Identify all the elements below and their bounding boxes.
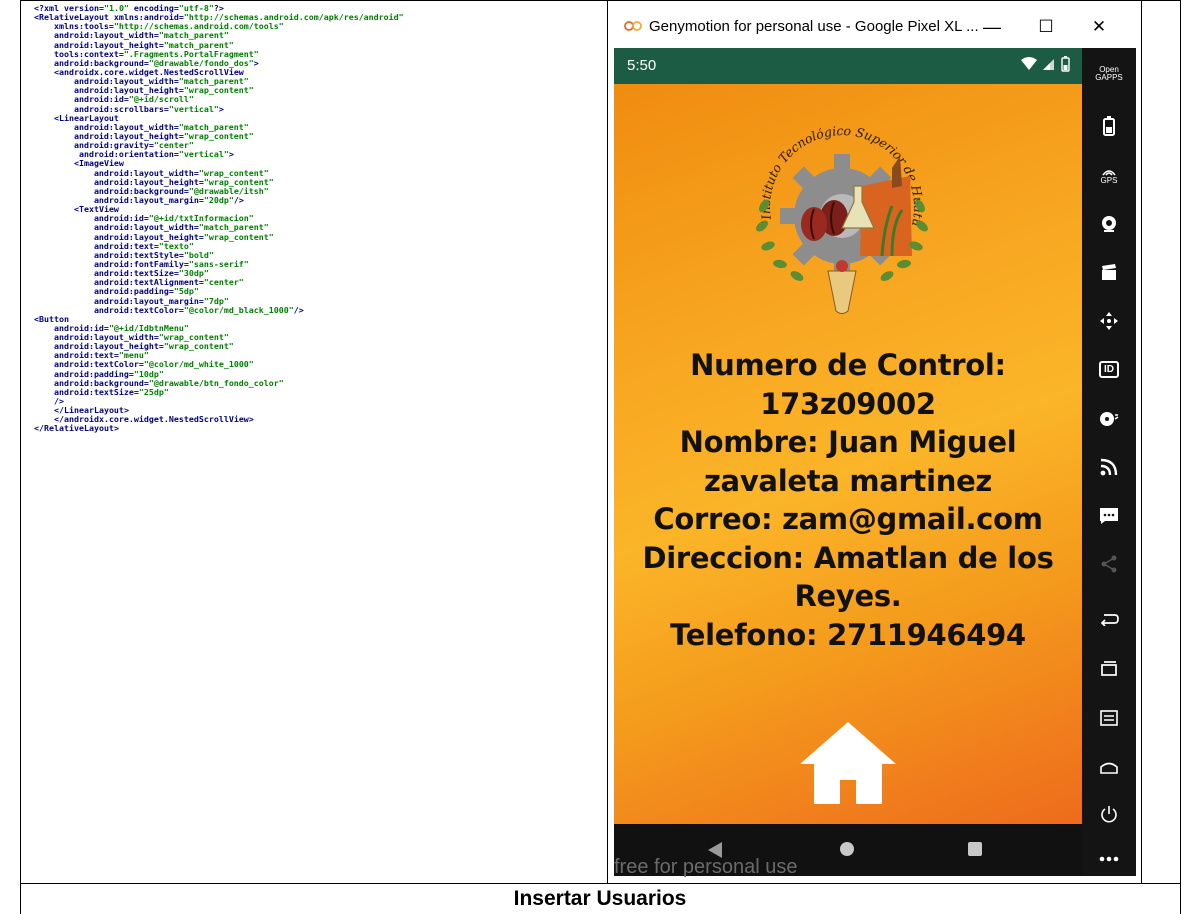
code-token: > [218, 103, 224, 114]
code-token: "@drawable/btn_fondo_color" [148, 377, 284, 388]
more-options-button[interactable] [1082, 843, 1136, 875]
code-token: "wrap_content" [203, 231, 274, 242]
code-token: > [113, 423, 119, 434]
info-line: Correo: zam@gmail.com [653, 502, 1043, 536]
code-line: android:scrollbars="vertical"> [34, 103, 604, 114]
info-line: Nombre: Juan Miguel [679, 425, 1017, 459]
code-line: android:layout_margin="20dp"/> [34, 194, 604, 205]
signal-icon [1043, 59, 1054, 70]
app-content: Instituto Tecnológico Superior de Huatus… [614, 84, 1082, 824]
info-line: zavaleta martinez [703, 463, 993, 498]
info-line: Direccion: Amatlan de los [642, 540, 1054, 575]
return-arrow-icon [1100, 614, 1119, 626]
table-divider-right-inner [1141, 0, 1142, 883]
code-line: </RelativeLayout> [34, 424, 604, 433]
xml-code-listing: <?xml version="1.0" encoding="utf-8"?> <R… [34, 3, 604, 434]
sms-widget-button[interactable] [1082, 500, 1136, 532]
code-token: </ [34, 423, 44, 434]
minimize-button[interactable]: — [974, 14, 1010, 40]
menu-icon [1100, 710, 1118, 726]
share-widget-button[interactable] [1082, 548, 1136, 580]
menu-button[interactable] [1082, 702, 1136, 734]
emulator-toolbar: Open GAPPS GPS ID [1082, 48, 1136, 876]
recents-nav-icon[interactable] [967, 841, 983, 857]
code-token: "20dp" [203, 194, 234, 205]
close-button[interactable]: ✕ [1081, 14, 1117, 40]
rotate-widget-button[interactable] [1082, 305, 1136, 337]
code-line: android:textSize="25dp" [34, 386, 604, 397]
section-caption: Insertar Usuarios [513, 887, 687, 910]
student-info-text: Numero de Control: 173z09002 Nombre: Jua… [614, 346, 1082, 654]
code-token: "vertical" [178, 149, 229, 160]
power-icon [1101, 806, 1117, 823]
info-line: Reyes. [794, 579, 902, 613]
android-status-bar: 5:50 [614, 48, 1082, 84]
back-button[interactable] [1082, 603, 1136, 635]
watermark-text: free for personal use [614, 856, 798, 878]
webcam-widget-button[interactable] [1082, 208, 1136, 240]
code-line: </androidx.core.widget.NestedScrollView> [34, 415, 604, 424]
webcam-icon [1102, 216, 1116, 232]
battery-icon [1061, 56, 1070, 72]
battery-widget-button[interactable] [1082, 110, 1136, 142]
share-icon [1101, 555, 1117, 573]
code-token: RelativeLayout [44, 423, 114, 434]
code-token: "vertical" [168, 103, 219, 114]
battery-widget-icon [1103, 116, 1115, 136]
recent-apps-icon [1101, 661, 1117, 676]
emulator-window: Genymotion for personal use - Google Pix… [614, 8, 1136, 878]
home-menu-button[interactable] [800, 722, 896, 804]
more-dots-icon [1099, 856, 1119, 862]
code-line: android:textColor="@color/md_black_1000"… [34, 304, 604, 315]
code-token: "wrap_content" [183, 130, 254, 141]
rss-icon [1100, 458, 1118, 476]
gps-signal-icon [1102, 169, 1116, 176]
code-token: > [248, 414, 254, 425]
open-gapps-label: Open GAPPS [1095, 65, 1123, 82]
network-widget-button[interactable] [1082, 451, 1136, 483]
message-icon [1100, 508, 1118, 524]
code-token: /> [293, 304, 304, 315]
window-title: Genymotion for personal use - Google Pix… [649, 18, 979, 35]
clapperboard-icon [1102, 264, 1116, 280]
code-token: "25dp" [138, 386, 169, 397]
table-divider-top [20, 0, 1180, 1]
table-divider-middle [607, 0, 608, 883]
recent-apps-button[interactable] [1082, 652, 1136, 684]
open-gapps-button[interactable]: Open GAPPS [1082, 58, 1136, 90]
code-token: /> [233, 194, 244, 205]
move-arrows-icon [1100, 312, 1118, 330]
disk-io-widget-button[interactable] [1082, 403, 1136, 435]
power-button[interactable] [1082, 798, 1136, 830]
home-nav-icon[interactable] [839, 841, 855, 857]
institution-logo-image: Instituto Tecnológico Superior de Huatus… [742, 106, 928, 314]
info-line: Telefono: 2711946494 [670, 617, 1026, 652]
code-token: "wrap_content" [163, 341, 234, 352]
window-titlebar: Genymotion for personal use - Google Pix… [614, 8, 1136, 46]
status-time: 5:50 [627, 57, 657, 74]
info-line: Numero de Control: [690, 348, 1006, 382]
info-line: 173z09002 [760, 386, 936, 421]
gps-label: GPS [1100, 175, 1118, 185]
disk-icon [1100, 412, 1119, 426]
genymotion-logo-icon [624, 21, 642, 31]
code-token: "center" [203, 277, 244, 288]
gps-widget-button[interactable]: GPS [1082, 160, 1136, 192]
code-token: > [253, 57, 259, 68]
home-outline-icon [1100, 762, 1118, 774]
code-token: > [228, 149, 234, 160]
code-token: "@color/md_black_1000" [183, 304, 294, 315]
home-button[interactable] [1082, 751, 1136, 783]
maximize-button[interactable]: ☐ [1028, 14, 1064, 40]
screencast-widget-button[interactable] [1082, 256, 1136, 288]
id-icon: ID [1099, 360, 1119, 378]
status-icons [1021, 56, 1070, 72]
wifi-icon [1021, 57, 1037, 70]
code-token: "wrap_content" [183, 85, 254, 96]
identifiers-widget-button[interactable]: ID [1082, 353, 1136, 385]
android-device-screen: 5:50 Instituto Tecnológico Superior de H… [614, 48, 1082, 878]
